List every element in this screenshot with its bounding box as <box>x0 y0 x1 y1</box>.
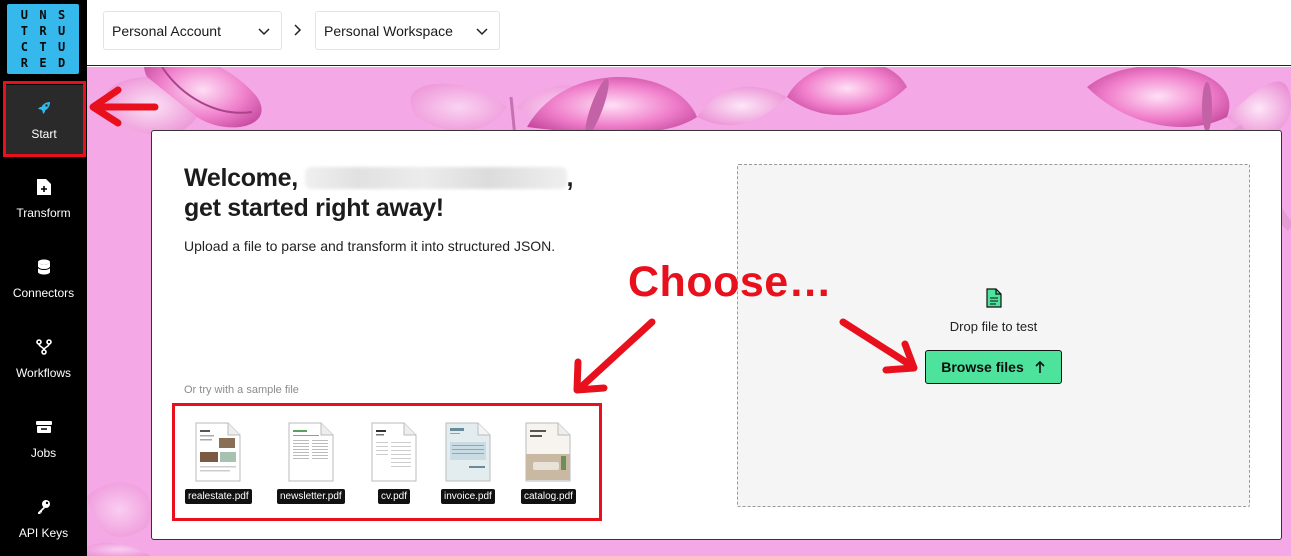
sample-files-list: realestate.pdf newsletter.pdf cv.pdf inv… <box>172 403 602 521</box>
pdf-thumbnail-icon <box>371 422 417 482</box>
annotation-choose-text: Choose… <box>628 258 833 306</box>
sidebar-item-label: Transform <box>16 206 71 220</box>
sidebar-item-start[interactable]: Start <box>5 85 83 155</box>
logo-letter: E <box>39 56 47 70</box>
logo-letter: C <box>20 40 28 54</box>
rocket-icon <box>35 99 53 117</box>
dropzone-text: Drop file to test <box>949 319 1038 334</box>
key-icon <box>35 498 53 516</box>
welcome-card: Welcome, , get started right away! Uploa… <box>151 130 1282 540</box>
workspace-dropdown-value: Personal Workspace <box>324 22 453 39</box>
redacted-email <box>304 167 567 189</box>
file-plus-icon <box>35 178 53 196</box>
sidebar-item-workflows[interactable]: Workflows <box>0 324 87 394</box>
logo-letter: R <box>20 56 28 70</box>
inbox-icon <box>35 418 53 436</box>
sample-file-name: realestate.pdf <box>185 489 252 504</box>
sample-file-name: newsletter.pdf <box>277 489 345 504</box>
pdf-thumbnail-icon <box>445 422 491 482</box>
sidebar: U N S T R U C T U R E D Start Transform <box>0 0 87 556</box>
sample-file-name: invoice.pdf <box>441 489 495 504</box>
sample-file-name: catalog.pdf <box>521 489 576 504</box>
file-text-icon <box>986 288 1002 308</box>
pdf-thumbnail-icon <box>525 422 571 482</box>
top-bar: Personal Account Personal Workspace <box>87 0 1291 66</box>
sidebar-item-api-keys[interactable]: API Keys <box>0 484 87 554</box>
browse-files-button[interactable]: Browse files <box>925 350 1062 384</box>
logo-letter: T <box>20 24 28 38</box>
sidebar-item-jobs[interactable]: Jobs <box>0 404 87 474</box>
logo-letter: U <box>58 40 66 54</box>
app-window: U N S T R U C T U R E D Start Transform <box>0 0 1291 556</box>
welcome-suffix: , <box>566 164 574 192</box>
sidebar-item-connectors[interactable]: Connectors <box>0 244 87 314</box>
logo-letter: D <box>58 56 66 70</box>
sidebar-item-label: Connectors <box>12 286 75 300</box>
database-icon <box>35 258 53 276</box>
unstructured-logo[interactable]: U N S T R U C T U R E D <box>7 4 79 74</box>
account-dropdown[interactable]: Personal Account <box>103 11 282 50</box>
welcome-subtitle: Upload a file to parse and transform it … <box>184 238 556 254</box>
arrow-up-icon <box>1035 360 1045 373</box>
logo-letter: U <box>20 8 28 22</box>
sidebar-item-transform[interactable]: Transform <box>0 164 87 234</box>
sample-files-caption: Or try with a sample file <box>184 384 299 396</box>
file-dropzone[interactable]: Drop file to test Browse files <box>737 164 1250 507</box>
sidebar-item-label: Jobs <box>30 446 57 460</box>
workflow-icon <box>35 338 53 356</box>
sample-file-invoice[interactable]: invoice.pdf <box>441 422 495 504</box>
sample-file-realestate[interactable]: realestate.pdf <box>185 422 252 504</box>
sidebar-item-label: Workflows <box>15 366 72 380</box>
chevron-down-icon <box>258 28 270 36</box>
logo-letter: U <box>58 24 66 38</box>
sample-file-catalog[interactable]: catalog.pdf <box>521 422 576 504</box>
sample-file-name: cv.pdf <box>378 489 410 504</box>
sidebar-item-label: API Keys <box>18 526 69 540</box>
welcome-heading: Welcome, , get started right away! <box>184 163 573 223</box>
logo-letter: T <box>39 40 47 54</box>
welcome-line2: get started right away! <box>184 194 444 222</box>
logo-letter: N <box>39 8 47 22</box>
sample-file-cv[interactable]: cv.pdf <box>371 422 417 504</box>
sidebar-item-label: Start <box>31 127 57 141</box>
pdf-thumbnail-icon <box>288 422 334 482</box>
account-dropdown-value: Personal Account <box>112 22 221 39</box>
chevron-right-icon <box>294 24 302 36</box>
logo-letter: R <box>39 24 47 38</box>
welcome-prefix: Welcome, <box>184 164 305 192</box>
pdf-thumbnail-icon <box>195 422 241 482</box>
logo-letter: S <box>58 8 66 22</box>
workspace-dropdown[interactable]: Personal Workspace <box>315 11 500 50</box>
sample-file-newsletter[interactable]: newsletter.pdf <box>277 422 345 504</box>
browse-files-label: Browse files <box>941 359 1024 375</box>
chevron-down-icon <box>476 28 488 36</box>
